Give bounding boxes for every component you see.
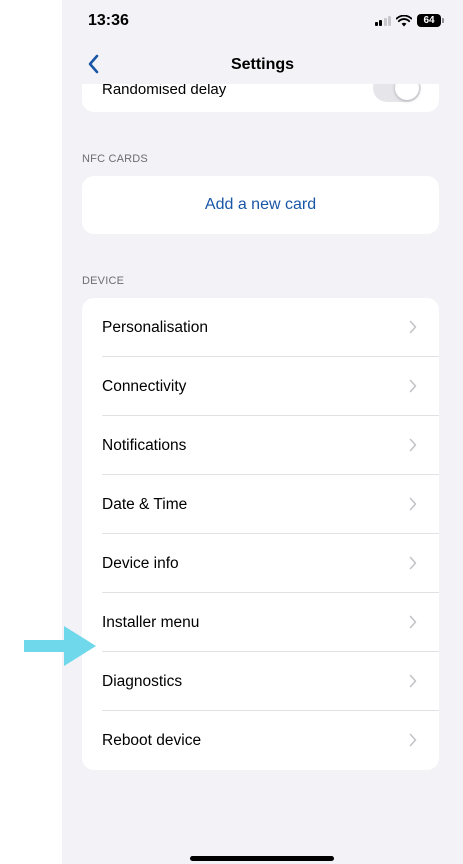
status-bar: 13:36 64 [62, 0, 463, 46]
row-label: Date & Time [102, 495, 188, 513]
device-settings-list: Personalisation Connectivity Notificatio… [82, 298, 439, 770]
pointer-arrow-icon [24, 626, 96, 666]
device-header: DEVICE [82, 275, 125, 287]
chevron-right-icon [409, 379, 417, 393]
chevron-right-icon [409, 733, 417, 747]
chevron-right-icon [409, 556, 417, 570]
chevron-right-icon [409, 438, 417, 452]
row-date-time[interactable]: Date & Time [82, 475, 439, 534]
row-label: Personalisation [102, 318, 208, 336]
row-label: Installer menu [102, 613, 200, 631]
add-new-card-button[interactable]: Add a new card [82, 176, 439, 234]
status-time: 13:36 [88, 12, 129, 29]
row-device-info[interactable]: Device info [82, 534, 439, 593]
chevron-right-icon [409, 320, 417, 334]
battery-icon: 64 [417, 14, 444, 27]
row-label: Reboot device [102, 731, 202, 749]
row-notifications[interactable]: Notifications [82, 416, 439, 475]
row-label: Notifications [102, 436, 187, 454]
row-connectivity[interactable]: Connectivity [82, 357, 439, 416]
chevron-right-icon [409, 615, 417, 629]
cellular-signal-icon [374, 15, 391, 26]
chevron-right-icon [409, 497, 417, 511]
row-diagnostics[interactable]: Diagnostics [82, 652, 439, 711]
chevron-right-icon [409, 674, 417, 688]
wifi-icon [396, 14, 412, 26]
row-label: Device info [102, 554, 179, 572]
row-installer-menu[interactable]: Installer menu [82, 593, 439, 652]
row-label: Diagnostics [102, 672, 183, 690]
navigation-bar: Settings [62, 46, 463, 84]
home-indicator[interactable] [190, 856, 334, 861]
page-title: Settings [230, 56, 295, 73]
row-reboot-device[interactable]: Reboot device [82, 711, 439, 770]
phone-screen: 13:36 64 Settings Randomised delay NFC C… [62, 0, 463, 864]
row-label: Connectivity [102, 377, 187, 395]
status-icons: 64 [374, 14, 444, 27]
row-personalisation[interactable]: Personalisation [82, 298, 439, 357]
nfc-cards-header: NFC CARDS [82, 153, 148, 165]
